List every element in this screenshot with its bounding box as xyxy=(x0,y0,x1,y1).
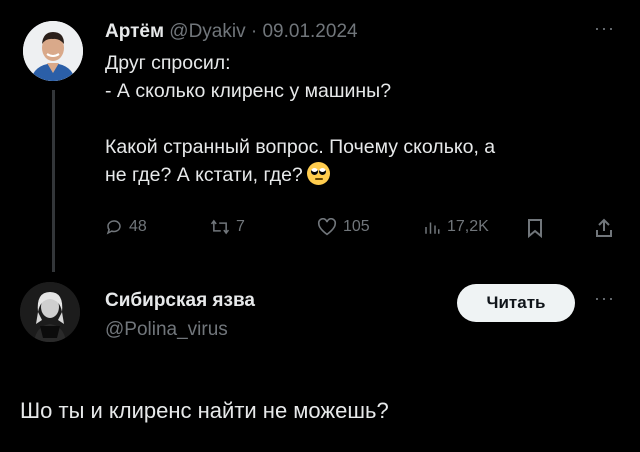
author-name[interactable]: Артём xyxy=(105,21,164,42)
retweet-button[interactable]: 7 xyxy=(210,218,245,236)
retweet-count: 7 xyxy=(236,218,245,235)
share-button[interactable] xyxy=(595,218,619,238)
share-icon xyxy=(596,218,612,237)
bookmark-button[interactable] xyxy=(527,218,549,238)
header-separator: · xyxy=(250,21,258,42)
thread-connector-line xyxy=(52,90,55,272)
reply-button[interactable]: 48 xyxy=(105,218,147,236)
tweet[interactable]: Артём @Dyakiv · 09.01.2024 ··· Друг спро… xyxy=(0,0,640,272)
follow-button[interactable]: Читать xyxy=(457,284,575,322)
author-handle[interactable]: @Dyakiv xyxy=(169,21,245,42)
tweet-header: Артём @Dyakiv · 09.01.2024 xyxy=(105,20,358,44)
bar-chart-views-icon xyxy=(425,222,440,234)
tweet-text: Друг спросил: - А сколько клиренс у маши… xyxy=(105,49,605,189)
rolling-eyes-emoji-icon xyxy=(306,162,330,185)
author-avatar-icon xyxy=(23,21,83,81)
tweet-line: не где? А кстати, где? xyxy=(105,164,303,186)
reply-text: Шо ты и клиренс найти не можешь? xyxy=(20,398,389,423)
tweet-actions: 48 7 105 17,2K xyxy=(105,218,625,242)
tweet-line: - А сколько клиренс у машины? xyxy=(105,80,392,102)
reply-count: 48 xyxy=(129,218,147,235)
tweet-line: Друг спросил: xyxy=(105,52,231,74)
like-count: 105 xyxy=(343,218,370,235)
more-options-icon[interactable]: ··· xyxy=(594,288,615,309)
views-count: 17,2K xyxy=(447,218,489,235)
reply-author-handle[interactable]: @Polina_virus xyxy=(105,319,228,341)
heart-icon xyxy=(317,218,337,236)
bookmark-icon xyxy=(528,219,542,238)
views-button[interactable]: 17,2K xyxy=(423,218,489,236)
avatar[interactable] xyxy=(23,21,83,81)
reply-icon xyxy=(106,220,121,235)
reply-author-avatar-icon xyxy=(20,282,80,342)
like-button[interactable]: 105 xyxy=(317,218,370,236)
reply-author-name[interactable]: Сибирская язва xyxy=(105,290,255,312)
tweet-date[interactable]: 09.01.2024 xyxy=(262,21,357,42)
tweet-line-with-emoji: не где? А кстати, где? xyxy=(105,161,605,189)
reply-tweet[interactable]: Сибирская язва @Polina_virus Читать ··· … xyxy=(0,262,640,452)
avatar[interactable] xyxy=(20,282,80,342)
tweet-line: Какой странный вопрос. Почему сколько, а xyxy=(105,136,496,158)
more-options-icon[interactable]: ··· xyxy=(594,18,615,39)
retweet-icon xyxy=(210,219,230,235)
